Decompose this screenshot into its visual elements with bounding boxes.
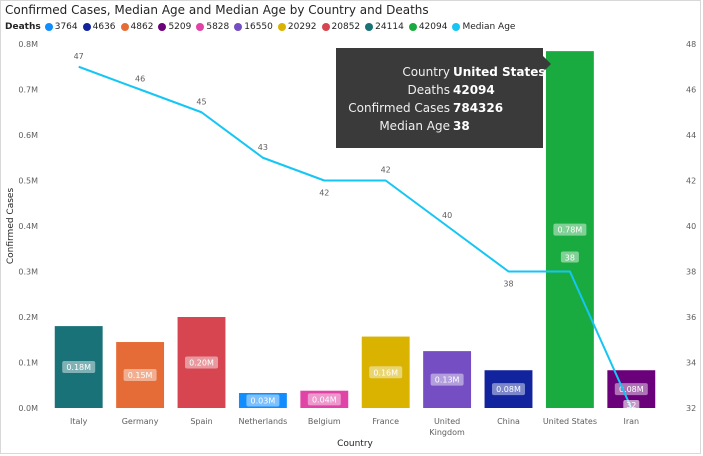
- bar-data-label: 0.20M: [189, 359, 214, 368]
- y2-tick-label: 34: [686, 359, 696, 368]
- y2-tick-label: 40: [686, 222, 696, 231]
- x-tick-label: Italy: [70, 417, 88, 426]
- y-tick-label: 0.2M: [18, 313, 38, 322]
- line-data-label: 38: [503, 280, 513, 289]
- line-data-label: 45: [196, 97, 206, 106]
- bar-data-label: 0.16M: [373, 368, 398, 377]
- line-data-label: 46: [135, 75, 145, 84]
- y-tick-label: 0.3M: [18, 268, 38, 277]
- y2-tick-label: 38: [686, 268, 696, 277]
- x-tick-label: Germany: [122, 417, 159, 426]
- y2-tick-label: 44: [686, 131, 696, 140]
- bar-data-label: 0.08M: [496, 385, 521, 394]
- y-tick-label: 0.5M: [18, 177, 38, 186]
- x-tick-label: Iran: [623, 417, 639, 426]
- y-tick-label: 0.4M: [18, 222, 38, 231]
- bar-data-label: 0.04M: [312, 395, 337, 404]
- line-data-label: 40: [442, 211, 452, 220]
- bar-data-label: 0.15M: [128, 371, 153, 380]
- tooltip-value: United States: [453, 65, 546, 79]
- line-data-label: 42: [319, 189, 329, 198]
- bar-data-label: 0.13M: [435, 376, 460, 385]
- tooltip-key: Country: [402, 65, 450, 79]
- tooltip-value: 38: [453, 119, 470, 133]
- x-tick-label: Netherlands: [239, 417, 288, 426]
- tooltip-value: 784326: [453, 101, 504, 115]
- tooltip-key: Deaths: [407, 83, 450, 97]
- x-tick-label: Belgium: [308, 417, 341, 426]
- x-tick-label: United: [434, 417, 460, 426]
- y-tick-label: 0.6M: [18, 131, 38, 140]
- y2-tick-label: 48: [686, 40, 696, 49]
- tooltip: Country United States Deaths 42094 Confi…: [336, 48, 551, 148]
- y-tick-label: 0.7M: [18, 86, 38, 95]
- x-axis-title: Country: [337, 439, 373, 449]
- y2-tick-label: 36: [686, 313, 696, 322]
- bar-data-label: 0.18M: [66, 363, 91, 372]
- line-data-label: 43: [258, 143, 268, 152]
- line-data-label: 38: [565, 254, 575, 263]
- y-axis-title: Confirmed Cases: [6, 188, 16, 265]
- line-data-label: 47: [74, 52, 84, 61]
- bar-data-label: 0.03M: [251, 396, 276, 405]
- y2-tick-label: 46: [686, 86, 696, 95]
- bar-data-label: 0.78M: [558, 226, 583, 235]
- tooltip-key: Median Age: [379, 119, 450, 133]
- y2-tick-label: 42: [686, 177, 696, 186]
- tooltip-key: Confirmed Cases: [348, 101, 450, 115]
- line-data-label: 32: [626, 401, 636, 410]
- x-tick-label: United States: [543, 417, 597, 426]
- y-tick-label: 0.8M: [18, 40, 38, 49]
- y-tick-label: 0.1M: [18, 359, 38, 368]
- x-tick-label: China: [497, 417, 520, 426]
- x-tick-label: Spain: [190, 417, 212, 426]
- y2-tick-label: 32: [686, 404, 696, 413]
- tooltip-value: 42094: [453, 83, 495, 97]
- x-tick-label: France: [372, 417, 399, 426]
- line-data-label: 42: [381, 166, 391, 175]
- x-tick-label: Kingdom: [429, 428, 465, 437]
- y-tick-label: 0.0M: [18, 404, 38, 413]
